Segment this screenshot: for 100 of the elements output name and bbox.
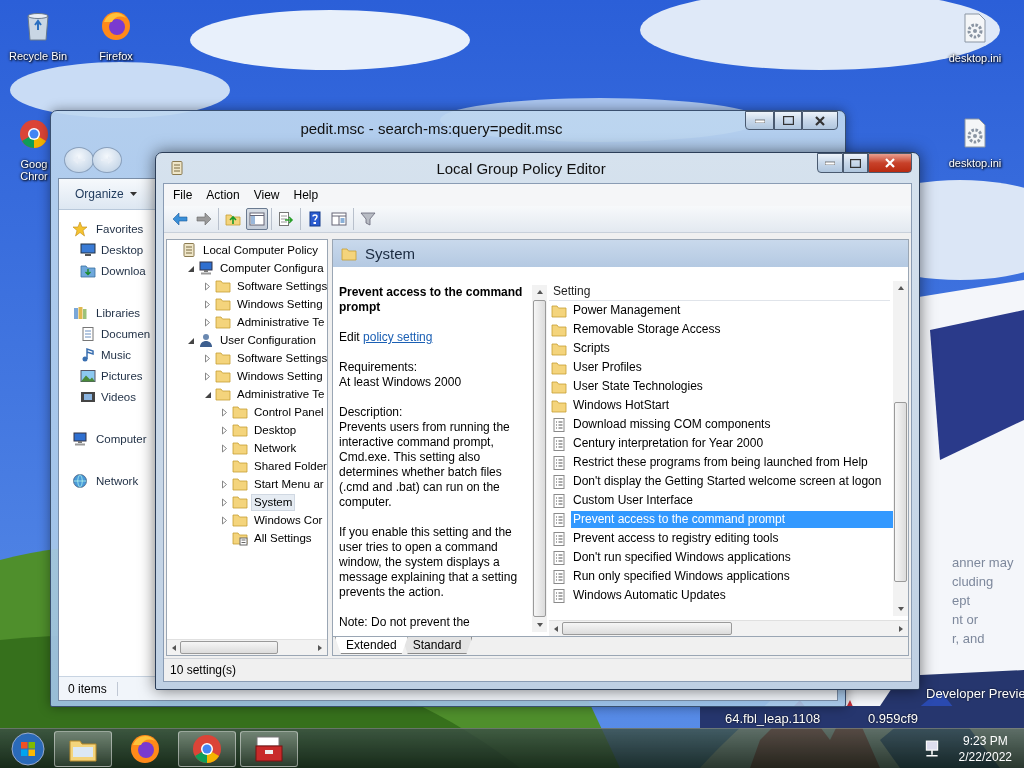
clock[interactable]: 9:23 PM 2/22/2022 [944,732,1024,765]
nav-item[interactable]: Documen [101,327,151,340]
setting-row[interactable]: Don't run specified Windows applications [571,549,893,566]
close-button[interactable] [802,111,838,130]
setting-row[interactable]: Download missing COM components [571,416,893,433]
scroll-left-icon[interactable] [552,624,560,633]
column-header[interactable]: Setting [553,283,591,298]
scroll-right-icon[interactable] [316,643,324,652]
tree-item[interactable]: Windows Setting [234,367,326,385]
policy-setting-link[interactable]: policy setting [363,330,433,344]
nav-item[interactable]: Pictures [101,369,143,382]
maximize-button[interactable] [843,153,868,173]
tree-item[interactable]: Software Settings [234,277,331,295]
menu-item[interactable]: Action [199,188,247,202]
globe-icon[interactable] [72,472,88,489]
icon-label[interactable]: Firefox [99,50,133,62]
tree-item[interactable]: User Configuration [217,331,319,349]
organize-menu[interactable]: Organize [69,185,143,203]
chrome-icon[interactable] [18,118,50,150]
tree-item[interactable]: Computer Configura [217,259,327,277]
expand-arrow-icon[interactable] [220,497,229,507]
monitor-icon[interactable] [80,241,96,258]
image-icon[interactable] [80,367,96,384]
expand-arrow-icon[interactable] [220,443,229,453]
expand-arrow-icon[interactable] [220,425,229,435]
expand-arrow-icon[interactable] [220,515,229,525]
minimize-button[interactable] [817,153,843,173]
horizontal-scrollbar[interactable] [549,620,908,636]
tree-item[interactable]: Software Settings [234,349,331,367]
star-icon[interactable] [72,220,88,237]
tab[interactable]: Extended [335,637,408,654]
menu-item[interactable]: Help [286,188,326,202]
nav-item[interactable]: Videos [101,390,136,403]
tree-item[interactable]: All Settings [251,529,315,547]
taskbar-button[interactable] [240,730,298,767]
scroll-thumb[interactable] [562,622,732,635]
horizontal-scrollbar[interactable] [167,639,327,655]
setting-row[interactable]: Windows HotStart [571,397,893,414]
nav-item[interactable]: Music [101,348,132,361]
setting-row[interactable]: Power Management [571,302,893,319]
expand-arrow-icon[interactable] [220,407,229,417]
expand-arrow-icon[interactable] [203,281,212,291]
nav-item[interactable]: Favorites [96,222,144,235]
setting-row[interactable]: User State Technologies [571,378,893,395]
setting-row[interactable]: Scripts [571,340,893,357]
scroll-up-icon[interactable] [535,288,544,296]
menu-item[interactable]: File [166,188,200,202]
tree-item[interactable]: Windows Cor [251,511,326,529]
document-icon[interactable] [80,325,96,342]
setting-row[interactable]: Custom User Interface [571,492,893,509]
close-button[interactable] [868,153,912,173]
setting-row[interactable]: Removable Storage Access [571,321,893,338]
scroll-thumb[interactable] [180,641,278,654]
scroll-thumb[interactable] [533,300,546,617]
download-folder-icon[interactable] [80,262,96,279]
setting-row[interactable]: Restrict these programs from being launched from Help [571,454,893,471]
taskbar-button[interactable] [178,730,236,767]
setting-row[interactable]: Prevent access to registry editing tools [571,530,893,547]
nav-item[interactable]: Downloa [101,264,146,277]
scroll-thumb[interactable] [894,402,907,582]
tree-item[interactable]: Network [251,439,300,457]
tree-item[interactable]: System [251,493,296,511]
expand-arrow-icon[interactable] [203,371,212,381]
vertical-scrollbar[interactable] [532,285,547,632]
firefox-icon[interactable] [100,10,132,42]
scroll-down-icon[interactable] [535,621,544,629]
show-tree-button[interactable] [246,208,268,230]
setting-row[interactable]: Windows Automatic Updates [571,587,893,604]
setting-row[interactable]: Run only specified Windows applications [571,568,893,585]
tree-item[interactable]: Shared Folder [251,457,330,475]
music-note-icon[interactable] [80,346,96,363]
scroll-up-icon[interactable] [896,284,905,292]
minimize-button[interactable] [745,111,774,130]
icon-label[interactable]: Goog Chror [20,158,48,182]
nav-item[interactable]: Computer [96,432,147,445]
expand-arrow-icon[interactable] [203,299,212,309]
library-icon[interactable] [72,304,88,321]
expand-arrow-icon[interactable] [220,479,229,489]
tree-item[interactable]: Windows Setting [234,295,326,313]
scroll-right-icon[interactable] [897,624,905,633]
expand-arrow-icon[interactable] [203,317,212,327]
tree-item[interactable]: Desktop [251,421,300,439]
tree-item[interactable]: Local Computer Policy [200,241,322,259]
menu-item[interactable]: View [246,188,287,202]
setting-row[interactable]: User Profiles [571,359,893,376]
nav-item[interactable]: Desktop [101,243,144,256]
expand-arrow-icon[interactable] [203,353,212,363]
setting-row[interactable]: Don't display the Getting Started welcome screen at logon [571,473,893,490]
icon-label[interactable]: desktop.ini [948,157,1002,169]
scroll-down-icon[interactable] [896,605,905,613]
vertical-scrollbar[interactable] [893,281,908,616]
scroll-left-icon[interactable] [170,643,178,652]
taskbar-button[interactable] [54,730,112,767]
icon-label[interactable]: Recycle Bin [8,50,68,62]
icon-label[interactable]: desktop.ini [948,52,1002,64]
tree-item[interactable]: Control Panel [251,403,327,421]
tree-item[interactable]: Start Menu ar [251,475,327,493]
maximize-button[interactable] [774,111,802,130]
computer-icon[interactable] [72,430,88,447]
setting-row[interactable]: Century interpretation for Year 2000 [571,435,893,452]
